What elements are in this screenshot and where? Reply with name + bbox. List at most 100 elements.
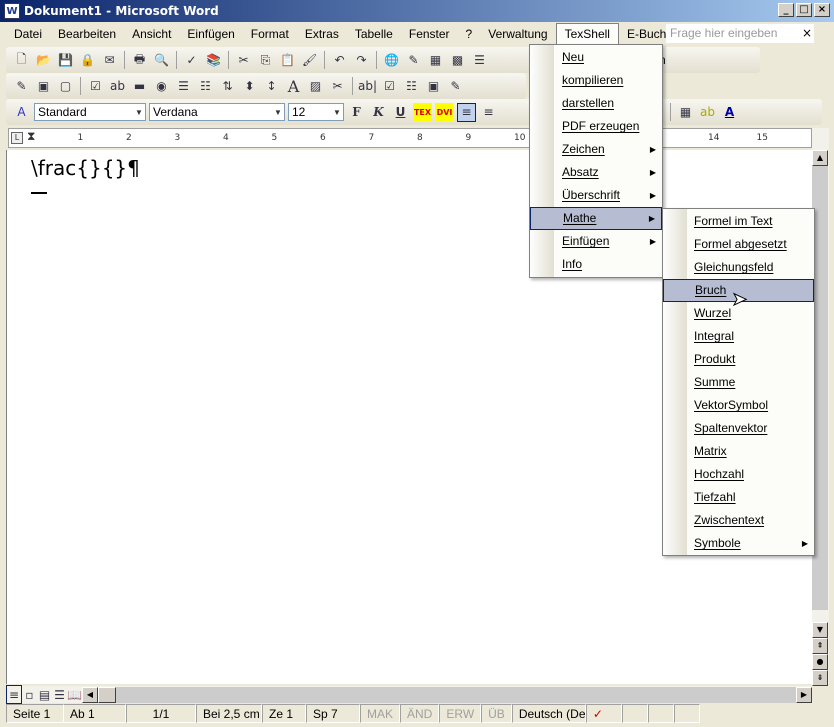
list-icon[interactable]: ☰ [174, 77, 193, 96]
menu-item-formel-im-text[interactable]: Formel im Text [663, 210, 814, 233]
paste-icon[interactable]: 📋 [278, 51, 297, 70]
menu-item-summe[interactable]: Summe [663, 371, 814, 394]
italic-button[interactable]: K [369, 103, 388, 122]
dropdown-field-icon[interactable]: ☷ [402, 77, 421, 96]
research-icon[interactable]: 📚 [204, 51, 223, 70]
comment-icon[interactable]: ▢ [56, 77, 75, 96]
shield-icon[interactable]: ▣ [34, 77, 53, 96]
scroll-thumb[interactable] [98, 686, 116, 703]
tools-icon[interactable]: ✂ [328, 77, 347, 96]
spelling-status-icon[interactable]: ✓ [585, 704, 622, 723]
menu-item-spaltenvektor[interactable]: Spaltenvektor [663, 417, 814, 440]
properties-icon[interactable]: ▣ [424, 77, 443, 96]
maximize-button[interactable]: □ [796, 3, 812, 17]
menu-item-zeichen[interactable]: Zeichen ▶ [530, 138, 662, 161]
hyperlink-icon[interactable]: 🌐 [382, 51, 401, 70]
menu-verwaltung[interactable]: Verwaltung [480, 24, 555, 44]
menu-texshell[interactable]: TexShell [555, 23, 619, 44]
print-icon[interactable]: 🖶 [130, 51, 149, 70]
word-app-icon[interactable]: W [4, 3, 20, 19]
indent-marker-icon[interactable]: ⧗ [27, 129, 35, 144]
normal-view-icon[interactable]: ≡ [6, 685, 22, 704]
menu-item-info[interactable]: Info [530, 253, 662, 276]
draw-icon[interactable]: ✎ [12, 77, 31, 96]
open-icon[interactable]: 📂 [34, 51, 53, 70]
scrollbar-icon[interactable]: ↕ [262, 77, 281, 96]
scroll-up-icon[interactable]: ▲ [812, 150, 828, 166]
reading-view-icon[interactable]: 📖 [67, 685, 82, 704]
tex-button[interactable]: TEX [413, 102, 432, 122]
menu-format[interactable]: Format [243, 24, 297, 44]
ask-question-input[interactable]: Frage hier eingeben [666, 24, 814, 43]
dvi-button[interactable]: DVI [435, 102, 454, 122]
scroll-right-icon[interactable]: ▶ [796, 686, 812, 703]
menu-einfuegen[interactable]: Einfügen [179, 24, 242, 44]
document-text[interactable]: \frac{}{}¶ [31, 156, 140, 180]
permission-icon[interactable]: 🔒 [78, 51, 97, 70]
image-icon[interactable]: ▨ [306, 77, 325, 96]
status-overtype[interactable]: ÜB [481, 704, 512, 723]
menu-datei[interactable]: Datei [6, 24, 50, 44]
close-document-button[interactable]: × [802, 26, 812, 40]
menu-item-absatz[interactable]: Absatz ▶ [530, 161, 662, 184]
menu-item-einfügen[interactable]: Einfügen ▶ [530, 230, 662, 253]
styles-icon[interactable]: A [12, 103, 31, 122]
menu-item-überschrift[interactable]: Überschrift ▶ [530, 184, 662, 207]
status-macro[interactable]: MAK [360, 704, 401, 723]
highlight-icon[interactable]: ab [698, 103, 717, 122]
edit-icon[interactable]: ✎ [446, 77, 465, 96]
web-view-icon[interactable]: ▫ [22, 685, 37, 704]
undo-icon[interactable]: ↶ [330, 51, 349, 70]
borders-icon[interactable]: ▦ [676, 103, 695, 122]
menu-help[interactable]: ? [458, 24, 481, 44]
textfield-icon[interactable]: ab [108, 77, 127, 96]
scroll-down-icon[interactable]: ▼ [812, 622, 828, 638]
combo-icon[interactable]: ☷ [196, 77, 215, 96]
style-select[interactable]: Standard ▼ [34, 103, 146, 121]
menu-item-zwischentext[interactable]: Zwischentext [663, 509, 814, 532]
cut-icon[interactable]: ✂ [234, 51, 253, 70]
menu-item-kompilieren[interactable]: kompilieren [530, 69, 662, 92]
tab-selector-icon[interactable]: L [11, 132, 23, 144]
align-center-icon[interactable]: ≡ [479, 103, 498, 122]
insert-table-icon[interactable]: ▦ [426, 51, 445, 70]
menu-bearbeiten[interactable]: Bearbeiten [50, 24, 124, 44]
spin-icon[interactable]: ⬍ [240, 77, 259, 96]
scroll-track[interactable] [116, 686, 796, 703]
status-extend[interactable]: ERW [439, 704, 482, 723]
menu-item-darstellen[interactable]: darstellen [530, 92, 662, 115]
menu-extras[interactable]: Extras [297, 24, 347, 44]
status-language[interactable]: Deutsch (De [511, 704, 586, 723]
toggle-icon[interactable]: ⇅ [218, 77, 237, 96]
menu-item-mathe[interactable]: Mathe ▶ [530, 207, 662, 230]
email-icon[interactable]: ✉ [100, 51, 119, 70]
horizontal-ruler[interactable]: L ⧗ 1 2 3 4 5 6 7 8 9 10 14 15 [8, 128, 812, 148]
minimize-button[interactable]: _ [778, 3, 794, 17]
menu-item-hochzahl[interactable]: Hochzahl [663, 463, 814, 486]
menu-ansicht[interactable]: Ansicht [124, 24, 179, 44]
menu-tabelle[interactable]: Tabelle [347, 24, 401, 44]
menu-item-produkt[interactable]: Produkt [663, 348, 814, 371]
previous-page-icon[interactable]: ⇞ [812, 638, 828, 654]
label-icon[interactable]: A [284, 77, 303, 96]
menu-item-tiefzahl[interactable]: Tiefzahl [663, 486, 814, 509]
spelling-icon[interactable]: ✓ [182, 51, 201, 70]
menu-item-neu[interactable]: Neu [530, 46, 662, 69]
textfield-icon[interactable]: ab| [358, 77, 377, 96]
tables-borders-icon[interactable]: ✎ [404, 51, 423, 70]
menu-item-pdf-erzeugen[interactable]: PDF erzeugen [530, 115, 662, 138]
checkbox-icon[interactable]: ☑ [380, 77, 399, 96]
menu-item-formel-abgesetzt[interactable]: Formel abgesetzt [663, 233, 814, 256]
close-button[interactable]: × [814, 3, 830, 17]
menu-item-integral[interactable]: Integral [663, 325, 814, 348]
align-left-icon[interactable]: ≡ [457, 102, 476, 122]
menu-item-vektorsymbol[interactable]: VektorSymbol [663, 394, 814, 417]
underline-button[interactable]: U [391, 103, 410, 122]
font-size-select[interactable]: 12 ▼ [288, 103, 344, 121]
format-painter-icon[interactable]: 🖌 [300, 51, 319, 70]
menu-fenster[interactable]: Fenster [401, 24, 458, 44]
font-color-icon[interactable]: A [720, 103, 739, 122]
print-preview-icon[interactable]: 🔍 [152, 51, 171, 70]
copy-icon[interactable]: ⎘ [256, 51, 275, 70]
horizontal-scrollbar[interactable]: ≡ ▫ ▤ ☰ 📖 ◀ ▶ [6, 685, 812, 704]
